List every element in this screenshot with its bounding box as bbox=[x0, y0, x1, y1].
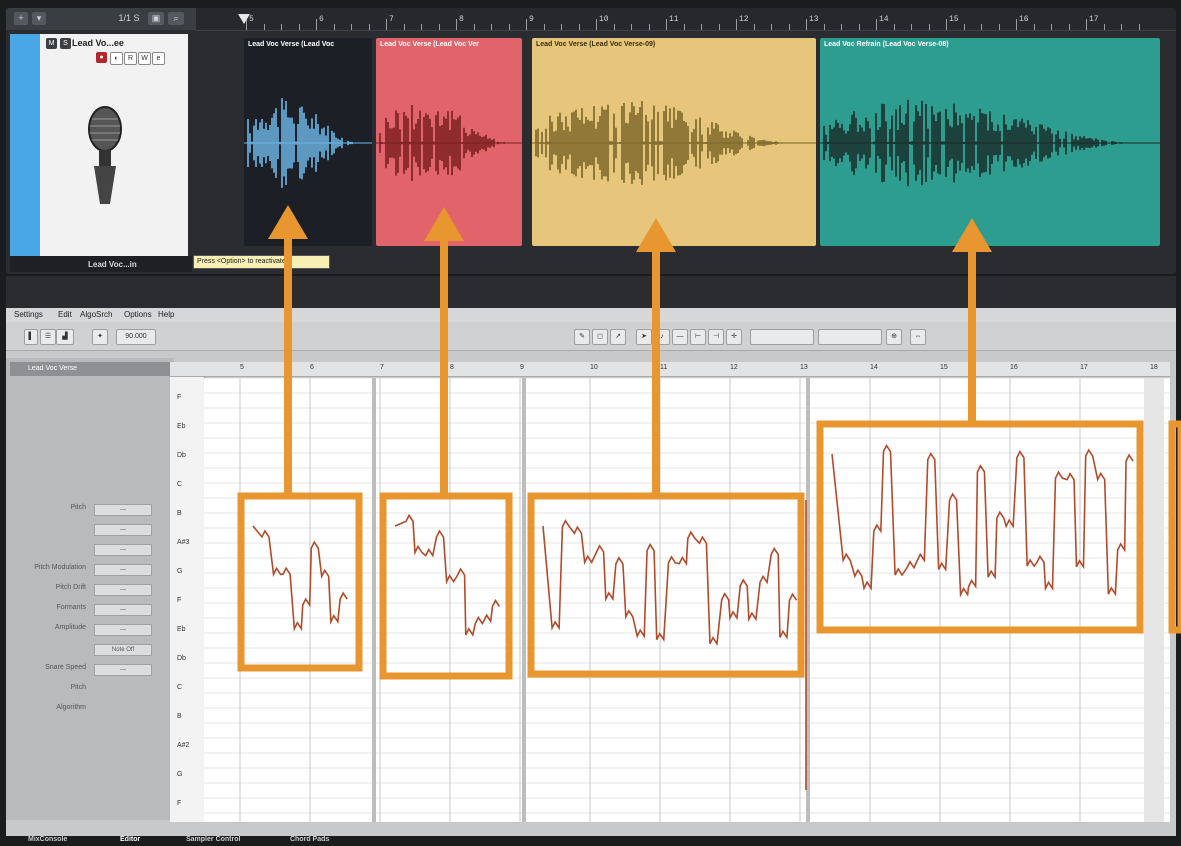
arrow-head bbox=[268, 205, 308, 239]
arrow-head bbox=[952, 218, 992, 252]
annotation-overlay bbox=[237, 205, 1181, 790]
pitch-curve bbox=[394, 513, 501, 637]
arrow-head bbox=[636, 218, 676, 252]
pitch-curve bbox=[831, 443, 1134, 598]
pitch-curve bbox=[252, 525, 348, 632]
highlight-box bbox=[1168, 420, 1181, 634]
arrow-head bbox=[424, 207, 464, 241]
pitch-curve bbox=[542, 519, 798, 646]
highlight-box bbox=[237, 492, 363, 672]
